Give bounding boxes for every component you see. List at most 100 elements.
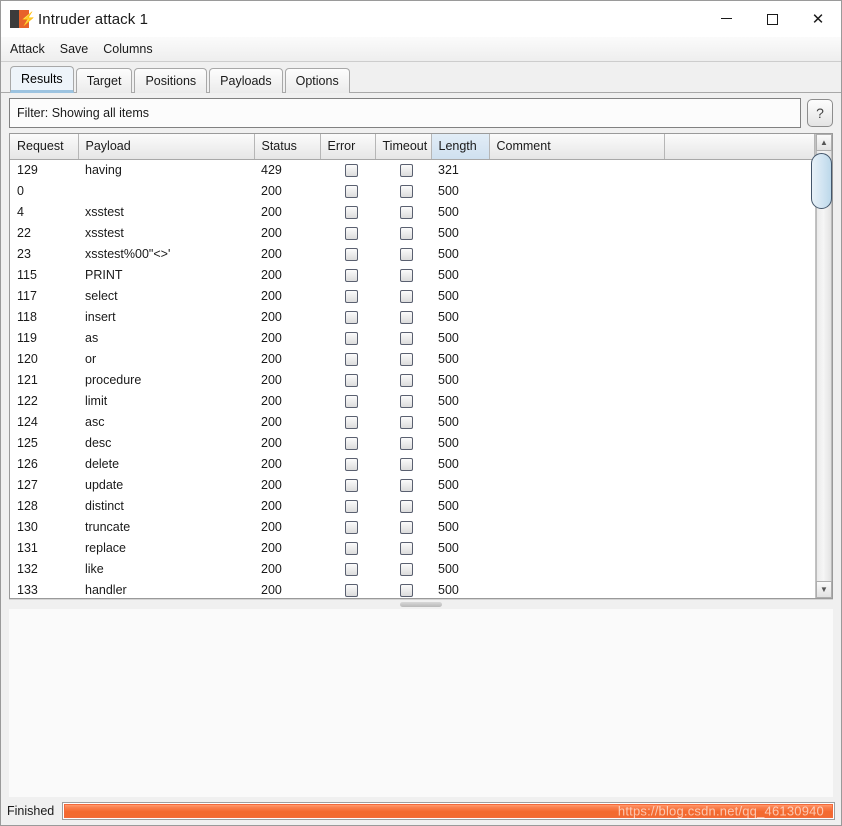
cell-error[interactable] [320,306,375,327]
cell-timeout[interactable] [375,159,431,180]
column-header-length[interactable]: Length▲ [431,134,490,160]
checkbox-unchecked-icon[interactable] [344,436,358,450]
checkbox-unchecked-icon[interactable] [344,247,358,261]
cell-timeout[interactable] [375,516,431,537]
checkbox-unchecked-icon[interactable] [400,436,413,450]
cell-timeout[interactable] [375,369,431,390]
cell-error[interactable] [320,327,375,348]
checkbox-unchecked-icon[interactable] [344,457,358,471]
checkbox-unchecked-icon[interactable] [400,268,413,282]
cell-error[interactable] [320,453,375,474]
scroll-down-arrow-icon[interactable]: ▼ [816,581,832,598]
table-row[interactable]: 22 xsstest 200 500 [10,222,815,243]
checkbox-unchecked-icon[interactable] [400,289,413,303]
cell-timeout[interactable] [375,432,431,453]
checkbox-unchecked-icon[interactable] [344,478,358,492]
cell-timeout[interactable] [375,495,431,516]
cell-timeout[interactable] [375,285,431,306]
checkbox-unchecked-icon[interactable] [344,394,358,408]
table-row[interactable]: 120 or 200 500 [10,348,815,369]
scroll-up-arrow-icon[interactable]: ▲ [816,134,832,151]
cell-error[interactable] [320,516,375,537]
column-header-error[interactable]: Error [320,134,376,160]
column-header-comment[interactable]: Comment [489,134,665,160]
scrollbar-thumb[interactable] [811,153,832,209]
cell-error[interactable] [320,285,375,306]
cell-timeout[interactable] [375,411,431,432]
checkbox-unchecked-icon[interactable] [400,520,413,534]
table-row[interactable]: 127 update 200 500 [10,474,815,495]
cell-error[interactable] [320,390,375,411]
cell-error[interactable] [320,495,375,516]
column-header-status[interactable]: Status [254,134,321,160]
checkbox-unchecked-icon[interactable] [344,415,358,429]
cell-error[interactable] [320,180,375,201]
cell-timeout[interactable] [375,243,431,264]
menu-item-save[interactable]: Save [60,40,96,58]
checkbox-unchecked-icon[interactable] [400,478,413,492]
table-row[interactable]: 118 insert 200 500 [10,306,815,327]
menu-item-columns[interactable]: Columns [103,40,159,58]
checkbox-unchecked-icon[interactable] [400,352,413,366]
table-row[interactable]: 129 having 429 321 [10,159,815,180]
cell-error[interactable] [320,243,375,264]
results-vertical-scrollbar[interactable]: ▲ ▼ [811,134,832,598]
pane-splitter[interactable] [9,599,833,609]
cell-timeout[interactable] [375,306,431,327]
tab-options[interactable]: Options [284,68,350,93]
cell-error[interactable] [320,222,375,243]
splitter-handle[interactable] [400,602,442,607]
checkbox-unchecked-icon[interactable] [400,373,413,387]
cell-timeout[interactable] [375,579,431,598]
cell-timeout[interactable] [375,222,431,243]
table-row[interactable]: 132 like 200 500 [10,558,815,579]
cell-timeout[interactable] [375,474,431,495]
checkbox-unchecked-icon[interactable] [344,184,358,198]
checkbox-unchecked-icon[interactable] [344,226,358,240]
cell-error[interactable] [320,558,375,579]
checkbox-unchecked-icon[interactable] [344,163,358,177]
checkbox-unchecked-icon[interactable] [344,499,358,513]
cell-error[interactable] [320,348,375,369]
table-row[interactable]: 131 replace 200 500 [10,537,815,558]
table-row[interactable]: 128 distinct 200 500 [10,495,815,516]
cell-error[interactable] [320,201,375,222]
cell-timeout[interactable] [375,390,431,411]
cell-timeout[interactable] [375,537,431,558]
checkbox-unchecked-icon[interactable] [400,394,413,408]
column-header-request[interactable]: Request [10,134,79,160]
cell-timeout[interactable] [375,264,431,285]
checkbox-unchecked-icon[interactable] [400,415,413,429]
table-row[interactable]: 133 handler 200 500 [10,579,815,598]
maximize-button[interactable] [749,1,795,37]
cell-timeout[interactable] [375,201,431,222]
cell-error[interactable] [320,159,375,180]
table-row[interactable]: 121 procedure 200 500 [10,369,815,390]
checkbox-unchecked-icon[interactable] [400,562,413,576]
cell-error[interactable] [320,579,375,598]
checkbox-unchecked-icon[interactable] [400,184,413,198]
table-row[interactable]: 4 xsstest 200 500 [10,201,815,222]
scrollbar-track[interactable] [811,151,832,581]
checkbox-unchecked-icon[interactable] [400,205,413,219]
checkbox-unchecked-icon[interactable] [344,373,358,387]
checkbox-unchecked-icon[interactable] [400,541,413,555]
table-row[interactable]: 23 xsstest%00"<>' 200 500 [10,243,815,264]
table-row[interactable]: 115 PRINT 200 500 [10,264,815,285]
menu-item-attack[interactable]: Attack [10,40,52,58]
checkbox-unchecked-icon[interactable] [400,457,413,471]
cell-error[interactable] [320,369,375,390]
close-button[interactable]: ✕ [795,1,841,37]
checkbox-unchecked-icon[interactable] [344,268,358,282]
tab-positions[interactable]: Positions [134,68,208,93]
cell-timeout[interactable] [375,558,431,579]
checkbox-unchecked-icon[interactable] [344,583,358,597]
table-row[interactable]: 126 delete 200 500 [10,453,815,474]
tab-target[interactable]: Target [75,68,133,93]
cell-timeout[interactable] [375,327,431,348]
checkbox-unchecked-icon[interactable] [400,583,413,597]
cell-error[interactable] [320,474,375,495]
checkbox-unchecked-icon[interactable] [400,310,413,324]
cell-timeout[interactable] [375,348,431,369]
tab-results[interactable]: Results [10,66,74,93]
